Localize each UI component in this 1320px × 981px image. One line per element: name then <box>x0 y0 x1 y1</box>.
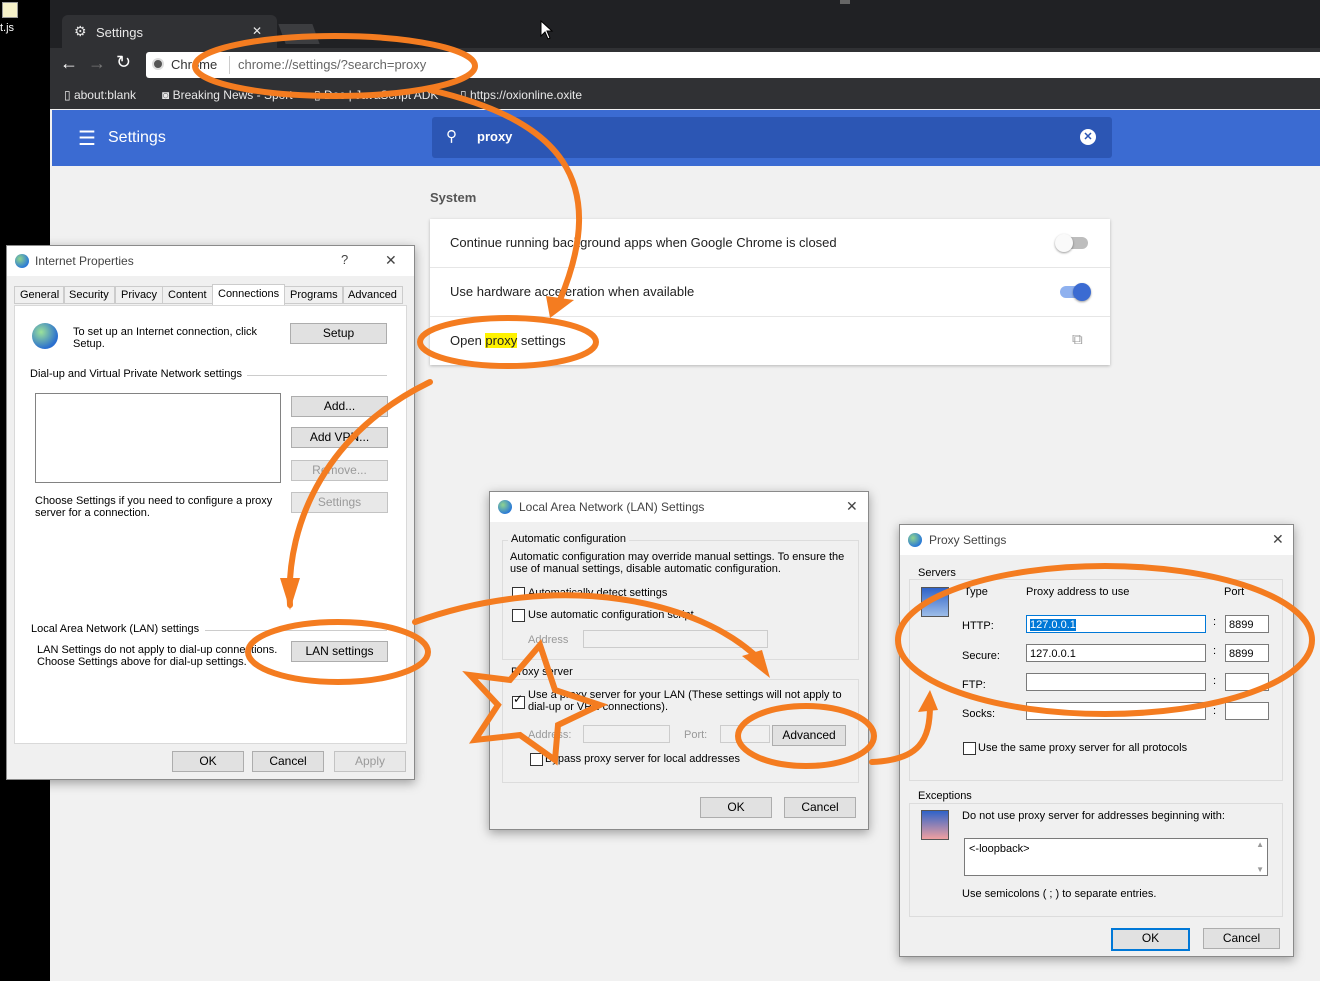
annotation-arrow-url-to-proxy <box>427 87 583 303</box>
mouse-cursor <box>540 20 554 40</box>
annotation-arrow-lan-to-advanced <box>412 592 763 663</box>
annotation-ellipse-lan-button <box>245 619 431 685</box>
annotation-ellipse-proxy-row <box>417 315 599 369</box>
annotation-ellipse-advanced <box>735 703 877 769</box>
annotation-ellipse-servers <box>895 563 1315 717</box>
annotation-arrowhead <box>546 296 574 318</box>
annotation-arrowhead <box>918 690 938 712</box>
annotation-arrowhead <box>280 578 300 610</box>
annotation-arrow-proxy-to-lan <box>286 379 433 608</box>
annotation-arrow-advanced-to-proxy <box>869 702 933 765</box>
annotation-star-use-proxy <box>462 639 609 766</box>
annotation-ellipse-url <box>192 33 478 99</box>
annotation-overlay <box>192 33 1315 769</box>
annotation-arrowhead <box>742 650 770 678</box>
